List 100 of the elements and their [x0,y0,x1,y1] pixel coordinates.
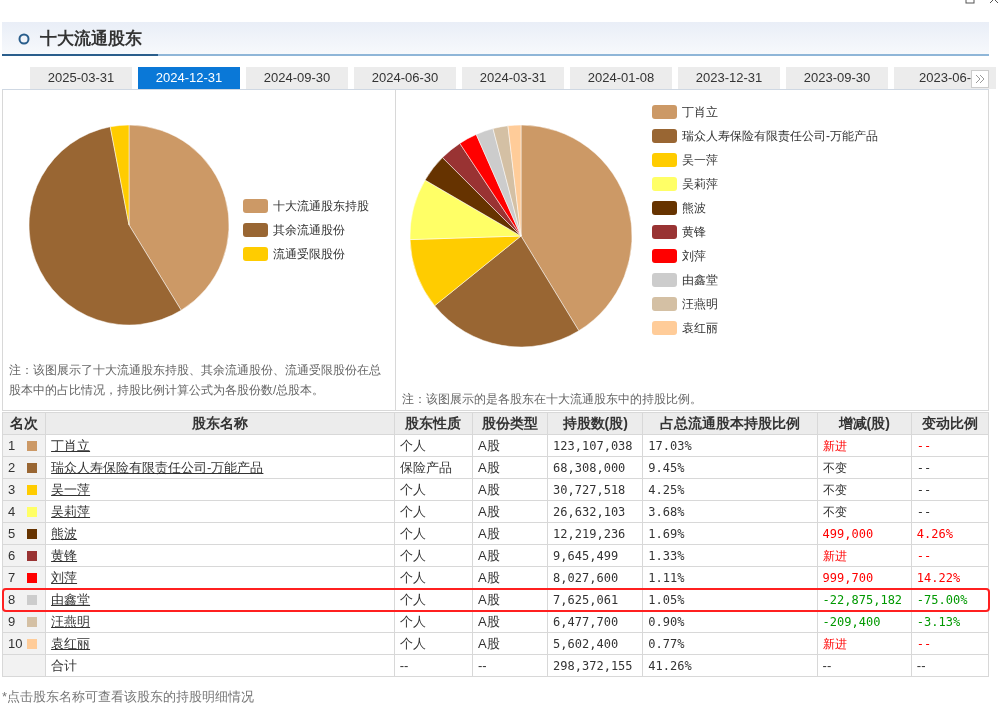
shareholder-link[interactable]: 黄锋 [51,547,78,563]
shareholder-link[interactable]: 吴一萍 [51,481,91,497]
legend-label: 汪燕明 [682,296,718,313]
column-header: 变动比例 [911,412,989,435]
table-cell: 0.90% [642,610,818,633]
rank-cell-text: 3 [8,480,16,499]
table-cell: 9.45% [642,456,818,479]
date-tab[interactable]: 2024-12-31 [138,67,240,89]
column-header: 持股数(股) [547,412,643,435]
date-tab[interactable]: 2024-06-30 [354,67,456,89]
column-header: 占总流通股本持股比例 [642,412,818,435]
table-cell: A股 [472,478,548,501]
legend-label: 十大流通股东持股 [273,198,369,215]
table-cell: 26,632,103 [547,500,643,523]
table-cell: 298,372,155 [547,654,643,677]
table-cell: A股 [472,500,548,523]
table-cell: A股 [472,456,548,479]
section-title: 十大流通股东 [40,28,142,51]
table-cell: 个人 [394,610,473,633]
table-cell: 1.69% [642,522,818,545]
table-cell: -- [911,544,989,567]
legend-label: 吴莉萍 [682,176,718,193]
shareholder-link[interactable]: 丁肖立 [51,437,91,453]
date-tab[interactable]: 2023-09-30 [786,67,888,89]
table-cell: 5,602,400 [547,632,643,655]
next-tab-button[interactable] [971,70,989,88]
table-cell: 12,219,236 [547,522,643,545]
table-cell: 新进 [817,544,912,567]
legend-label: 由鑫堂 [682,272,718,289]
table-cell: 4.26% [911,522,989,545]
table-cell: 3.68% [642,500,818,523]
table-cell: A股 [472,544,548,567]
table-cell: 不变 [817,456,912,479]
rank-cell-text: 6 [8,546,16,565]
table-cell: 个人 [394,434,473,457]
table-cell: -- [911,434,989,457]
table-cell: 新进 [817,632,912,655]
rank-cell-text: 10 [8,634,23,653]
rank-cell-text: 4 [8,502,16,521]
shareholder-link[interactable]: 刘萍 [51,569,78,585]
table-cell: A股 [472,610,548,633]
legend-label: 黄锋 [682,224,706,241]
table-cell: 保险产品 [394,456,473,479]
table-cell: 30,727,518 [547,478,643,501]
table-cell: 0.77% [642,632,818,655]
table-cell: 不变 [817,478,912,501]
table-cell: A股 [472,632,548,655]
table-cell: 合计 [45,654,395,677]
chart-note: 注：该图展示了十大流通股东持股、其余流通股份、流通受限股份在总股本中的占比情况，持股比例计算公式为各股份数/总股本。 [8,362,382,399]
rank-cell-text: 2 [8,458,16,477]
table-cell: 1.33% [642,544,818,567]
shareholder-link[interactable]: 袁红丽 [51,635,91,651]
table-cell: -- [394,654,473,677]
legend-label: 袁红丽 [682,320,718,337]
legend-label: 刘萍 [682,248,706,265]
table-cell: 个人 [394,632,473,655]
table-cell: 个人 [394,500,473,523]
table-cell: 41.26% [642,654,818,677]
footnote: *点击股东名称可查看该股东的持股明细情况 [1,688,256,706]
table-cell: -- [911,654,989,677]
table-cell: 499,000 [817,522,912,545]
date-tab[interactable]: 2024-01-08 [570,67,672,89]
rank-cell-text: 8 [8,590,16,609]
date-tab[interactable]: 2024-03-31 [462,67,564,89]
chart-note: 注：该图展示的是各股东在十大流通股东中的持股比例。 [401,391,703,408]
column-header: 股份类型 [472,412,548,435]
shareholder-link[interactable]: 熊波 [51,525,78,541]
table-cell: 新进 [817,434,912,457]
legend-label: 熊波 [682,200,706,217]
double-chevron-icon [975,74,985,84]
table-cell: 6,477,700 [547,610,643,633]
circle-icon [18,33,30,45]
table-cell: -209,400 [817,610,912,633]
table-cell: 68,308,000 [547,456,643,479]
table-cell: 9,645,499 [547,544,643,567]
table-cell: A股 [472,522,548,545]
table-cell: -- [817,654,912,677]
date-tab[interactable]: 2023-12-31 [678,67,780,89]
column-header: 增减(股) [817,412,912,435]
legend-label: 吴一萍 [682,152,718,169]
rank-cell-text: 5 [8,524,16,543]
shareholder-link[interactable]: 汪燕明 [51,613,91,629]
table-cell: 不变 [817,500,912,523]
legend-label: 瑞众人寿保险有限责任公司-万能产品 [682,128,878,145]
rank-cell-text: 1 [8,436,16,455]
table-cell: -- [911,478,989,501]
table-cell: 个人 [394,478,473,501]
date-tab[interactable]: 2025-03-31 [30,67,132,89]
table-cell: A股 [472,434,548,457]
table-cell: -3.13% [911,610,989,633]
legend-label: 流通受限股份 [273,246,345,263]
shareholder-link[interactable]: 吴莉萍 [51,503,91,519]
column-header: 股东名称 [45,412,395,435]
table-cell: -- [911,500,989,523]
table-cell: -- [472,654,548,677]
shareholder-link[interactable]: 由鑫堂 [51,591,91,607]
date-tab[interactable]: 2024-09-30 [246,67,348,89]
column-header: 股东性质 [394,412,473,435]
column-header: 名次 [2,412,46,435]
rank-cell-text: 7 [8,568,16,587]
